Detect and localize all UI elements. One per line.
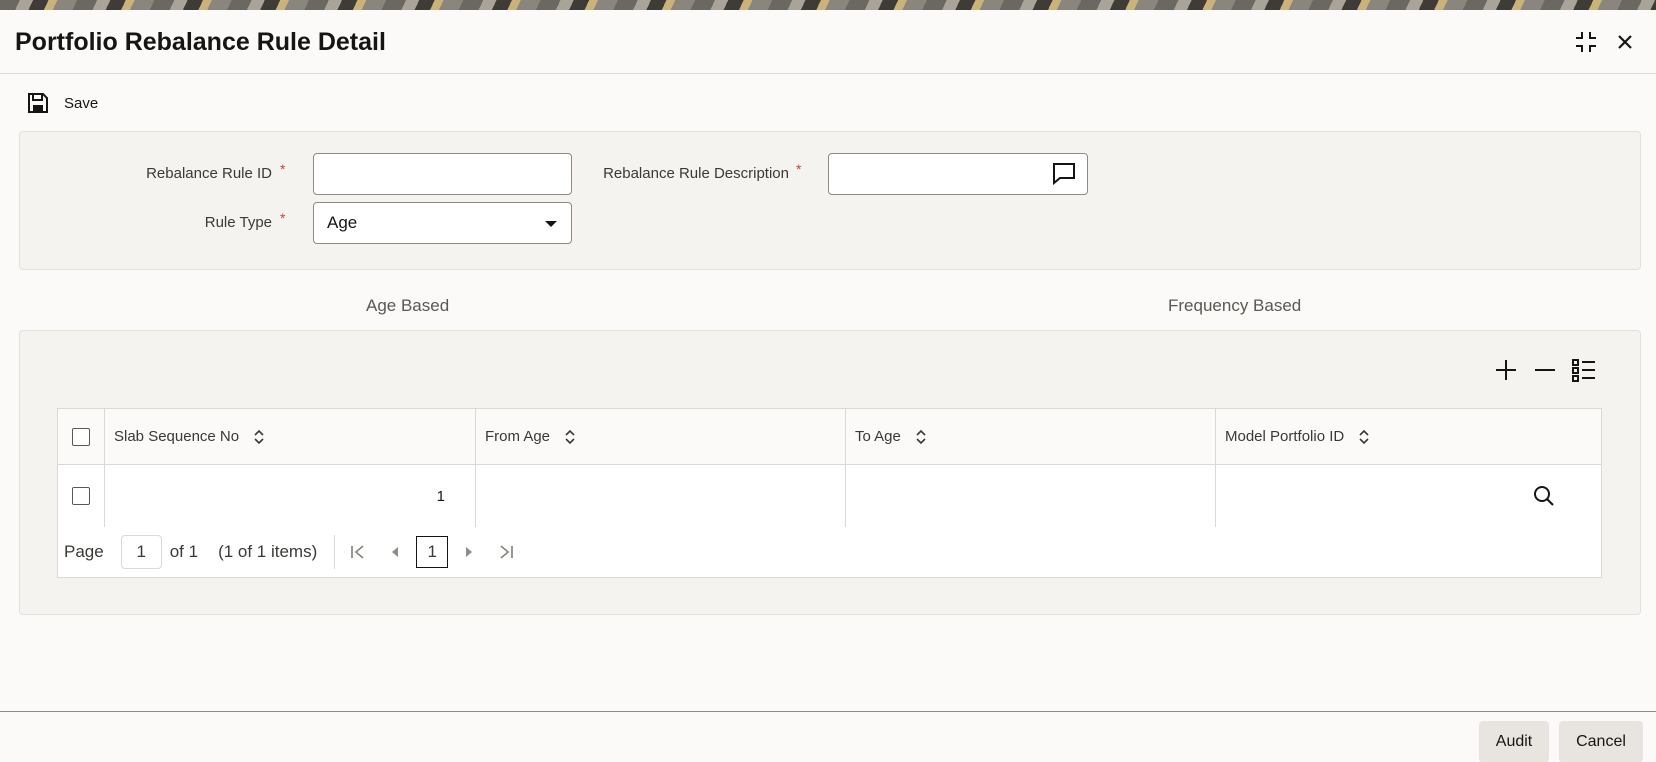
- select-all-cell: [57, 408, 105, 465]
- previous-page-icon[interactable]: [384, 541, 406, 563]
- search-icon[interactable]: [1532, 484, 1556, 508]
- column-header-model-portfolio-id[interactable]: Model Portfolio ID: [1215, 408, 1602, 465]
- column-header-label: Slab Sequence No: [114, 427, 240, 445]
- table-header-row: Slab Sequence No From Age To Age Model P…: [57, 408, 1602, 465]
- rule-description-label: Rebalance Rule Description: [603, 165, 789, 182]
- add-row-icon[interactable]: [1491, 355, 1521, 385]
- rule-id-label: Rebalance Rule ID: [146, 165, 272, 182]
- audit-button[interactable]: Audit: [1479, 721, 1549, 762]
- column-header-from-age[interactable]: From Age: [475, 408, 846, 465]
- row-select-cell: [57, 464, 105, 528]
- page-title: Portfolio Rebalance Rule Detail: [15, 28, 386, 56]
- cancel-button[interactable]: Cancel: [1559, 721, 1643, 762]
- row-checkbox[interactable]: [72, 487, 90, 506]
- sort-icon[interactable]: [564, 428, 576, 445]
- delete-row-icon[interactable]: [1530, 355, 1560, 385]
- last-page-icon[interactable]: [495, 541, 517, 563]
- chevron-down-icon: [545, 221, 557, 227]
- page-number-input[interactable]: 1: [120, 535, 162, 569]
- model-portfolio-id-cell[interactable]: [1215, 464, 1602, 528]
- rule-description-input[interactable]: [828, 153, 1088, 195]
- first-page-icon[interactable]: [347, 541, 369, 563]
- slab-sequence-no-cell[interactable]: 1: [104, 464, 476, 528]
- column-list-icon[interactable]: [1569, 355, 1599, 385]
- select-all-checkbox[interactable]: [72, 427, 90, 446]
- tab-frequency-based[interactable]: Frequency Based: [1168, 296, 1301, 316]
- header-panel: [19, 131, 1641, 270]
- rule-id-input[interactable]: [313, 153, 572, 195]
- tab-age-based[interactable]: Age Based: [366, 296, 449, 316]
- rule-type-value: Age: [327, 213, 358, 232]
- to-age-cell[interactable]: [845, 464, 1216, 528]
- from-age-cell[interactable]: [475, 464, 846, 528]
- column-header-label: Model Portfolio ID: [1225, 427, 1345, 445]
- column-header-slab-sequence-no[interactable]: Slab Sequence No: [104, 408, 476, 465]
- sort-icon[interactable]: [1358, 428, 1370, 445]
- sort-icon[interactable]: [915, 428, 927, 445]
- save-icon: [28, 93, 48, 113]
- minimize-window-icon[interactable]: [1570, 26, 1602, 58]
- sort-icon[interactable]: [253, 428, 265, 445]
- page-label: Page: [64, 542, 104, 561]
- required-marker: *: [280, 210, 286, 226]
- rule-type-label: Rule Type: [204, 214, 272, 231]
- column-header-label: To Age: [855, 427, 901, 445]
- current-page-button[interactable]: 1: [416, 536, 449, 568]
- pagination: Page 1 of 1 (1 of 1 items) 1: [57, 527, 1602, 578]
- required-marker: *: [280, 161, 286, 177]
- pager-divider: [334, 535, 336, 569]
- slab-table: Slab Sequence No From Age To Age Model P…: [57, 408, 1602, 528]
- save-label: Save: [64, 94, 99, 112]
- footer-bar: Audit Cancel: [0, 711, 1656, 762]
- save-button[interactable]: Save: [26, 88, 98, 118]
- column-header-to-age[interactable]: To Age: [845, 408, 1216, 465]
- column-header-label: From Age: [485, 427, 551, 445]
- title-bar: Portfolio Rebalance Rule Detail: [0, 10, 1656, 74]
- required-marker: *: [796, 161, 802, 177]
- comment-icon[interactable]: [1050, 159, 1078, 187]
- items-count: (1 of 1 items): [218, 542, 318, 561]
- header-banner: [0, 0, 1656, 10]
- next-page-icon[interactable]: [458, 541, 480, 563]
- close-icon[interactable]: [1609, 26, 1641, 58]
- rule-type-select[interactable]: Age: [313, 202, 572, 244]
- table-row[interactable]: 1: [57, 464, 1602, 528]
- page-count: of 1: [169, 542, 199, 561]
